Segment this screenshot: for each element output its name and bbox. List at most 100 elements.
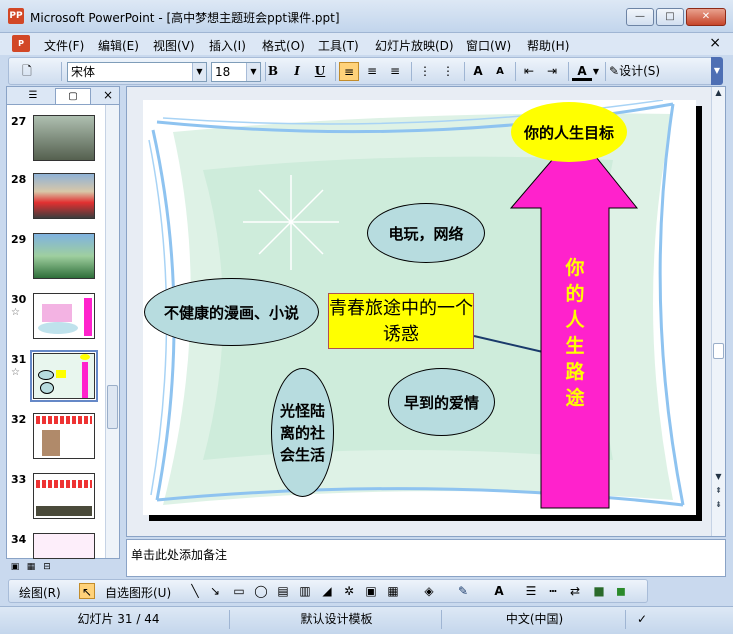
slide-counter: 幻灯片 31 / 44 [8,610,230,629]
vertical-textbox-icon[interactable]: ▥ [297,583,313,599]
temptation-title-box[interactable]: 青春旅途中的一个诱惑 [328,293,474,349]
select-pointer-icon[interactable]: ↖ [79,583,95,599]
font-color-icon[interactable]: A [491,583,507,599]
increase-indent-icon[interactable]: ⇥ [542,62,562,81]
font-name-select[interactable]: 宋体 ▼ [67,62,207,82]
bubble-society-life[interactable]: 光怪陆离的社会生活 [271,368,334,497]
shadow-style-icon[interactable]: ■ [591,583,607,599]
chevron-down-icon[interactable]: ▼ [591,62,601,81]
dash-style-icon[interactable]: ┅ [545,583,561,599]
notes-pane[interactable]: 单击此处添加备注 [126,539,726,577]
tab-outline[interactable]: ☰ [15,88,51,104]
bubble-comics-novels[interactable]: 不健康的漫画、小说 [144,278,319,346]
slide-number: 33 [11,473,27,486]
arrow-style-icon[interactable]: ⇄ [567,583,583,599]
line-color-icon[interactable]: ✎ [455,583,471,599]
new-doc-icon[interactable]: 🗋 [17,62,37,81]
bold-button[interactable]: B [263,62,283,81]
align-left-icon[interactable]: ≡ [339,62,359,81]
sorter-view-icon[interactable]: ▦ [24,561,38,574]
slide-canvas[interactable]: 你的人生目标 你的人生路途 电玩，网络 不健康的漫画、小说 早到的爱情 光怪陆离… [143,100,696,515]
scroll-thumb[interactable] [713,343,724,359]
menu-tools[interactable]: 工具(T) [318,37,359,54]
previous-slide-icon[interactable]: ⇞ [712,485,725,497]
panel-scrollbar[interactable] [105,105,119,558]
document-icon[interactable]: P [12,35,30,52]
font-color-icon[interactable]: A [572,62,592,81]
line-tool-icon[interactable]: ╲ [187,583,203,599]
drawing-toolbar: 绘图(R) ↖ 自选图形(U) ╲ ↘ ▭ ◯ ▤ ▥ ◢ ✲ ▣ ▦ ◈ ✎ … [8,579,648,603]
life-path-label[interactable]: 你的人生路途 [560,255,590,411]
maximize-button[interactable]: □ [656,8,684,26]
menu-format[interactable]: 格式(O) [262,37,305,54]
slide-scrollbar[interactable]: ▲ ▼ ⇞ ⇟ [711,87,725,536]
slide-number: 31 [11,353,27,366]
toolbar-separator [515,62,516,81]
powerpoint-app-icon[interactable]: PP [8,8,24,24]
menu-slideshow[interactable]: 幻灯片放映(D) [375,37,454,54]
menu-file[interactable]: 文件(F) [44,37,84,54]
spelling-check-icon[interactable]: ✓ [628,610,656,629]
slide-thumbnail[interactable] [33,173,95,219]
toolbar-separator [464,62,465,81]
tab-slides[interactable]: ▢ [55,88,91,104]
close-button[interactable]: ✕ [686,8,726,26]
toolbar-separator [568,62,569,81]
scroll-down-icon[interactable]: ▼ [712,471,725,483]
line-style-icon[interactable]: ☰ [523,583,539,599]
animation-star-icon: ☆ [11,307,20,318]
autoshapes-menu-button[interactable]: 自选图形(U) [105,584,171,601]
bullet-list-icon[interactable]: ⋮ [438,62,458,81]
arrow-tool-icon[interactable]: ↘ [207,583,223,599]
menu-window[interactable]: 窗口(W) [466,37,511,54]
menu-view[interactable]: 视图(V) [153,37,195,54]
align-right-icon[interactable]: ≡ [385,62,405,81]
increase-font-icon[interactable]: A [468,62,488,81]
slide-thumbnail[interactable] [33,413,95,459]
numbered-list-icon[interactable]: ⋮ [415,62,435,81]
slide-thumbnail[interactable] [33,533,95,559]
slideshow-view-icon[interactable]: ⊟ [40,561,54,574]
textbox-tool-icon[interactable]: ▤ [275,583,291,599]
bubble-games-internet[interactable]: 电玩，网络 [367,203,485,263]
italic-button[interactable]: I [287,62,307,81]
bubble-early-love[interactable]: 早到的爱情 [388,368,495,436]
menu-edit[interactable]: 编辑(E) [98,37,139,54]
chevron-down-icon[interactable]: ▼ [192,63,206,81]
align-center-icon[interactable]: ≡ [362,62,382,81]
next-slide-icon[interactable]: ⇟ [712,499,725,511]
notes-placeholder[interactable]: 单击此处添加备注 [131,546,227,563]
menu-insert[interactable]: 插入(I) [209,37,246,54]
scroll-thumb[interactable] [107,385,118,429]
chevron-down-icon[interactable]: ▼ [246,63,260,81]
underline-button[interactable]: U [310,62,330,81]
clipart-icon[interactable]: ▣ [363,583,379,599]
fill-color-icon[interactable]: ◈ [421,583,437,599]
normal-view-icon[interactable]: ▣ [8,561,22,574]
font-size-select[interactable]: 18 ▼ [211,62,261,82]
rectangle-tool-icon[interactable]: ▭ [231,583,247,599]
picture-icon[interactable]: ▦ [385,583,401,599]
3d-style-icon[interactable]: ◼ [613,583,629,599]
minimize-button[interactable]: — [626,8,654,26]
wordart-icon[interactable]: ◢ [319,583,335,599]
slide-editor: 你的人生目标 你的人生路途 电玩，网络 不健康的漫画、小说 早到的爱情 光怪陆离… [126,86,726,537]
slide-thumbnail[interactable] [33,233,95,279]
panel-close-icon[interactable]: × [103,88,113,102]
slide-thumbnail-selected[interactable] [30,350,98,402]
diagram-icon[interactable]: ✲ [341,583,357,599]
scroll-up-icon[interactable]: ▲ [712,87,725,99]
decrease-indent-icon[interactable]: ⇤ [519,62,539,81]
slide-thumbnail[interactable] [33,293,95,339]
design-button[interactable]: ✎设计(S) [609,62,673,81]
window-title: Microsoft PowerPoint - [高中梦想主题班会ppt课件.pp… [30,11,340,25]
menu-help[interactable]: 帮助(H) [527,37,569,54]
toolbar-options-icon[interactable]: ▼ [711,57,723,85]
life-goal-ellipse[interactable]: 你的人生目标 [511,102,627,162]
slide-thumbnail[interactable] [33,473,95,519]
draw-menu-button[interactable]: 绘图(R) [19,584,61,601]
oval-tool-icon[interactable]: ◯ [253,583,269,599]
slide-thumbnail[interactable] [33,115,95,161]
document-close-icon[interactable]: × [709,35,721,51]
decrease-font-icon[interactable]: A [490,62,510,81]
